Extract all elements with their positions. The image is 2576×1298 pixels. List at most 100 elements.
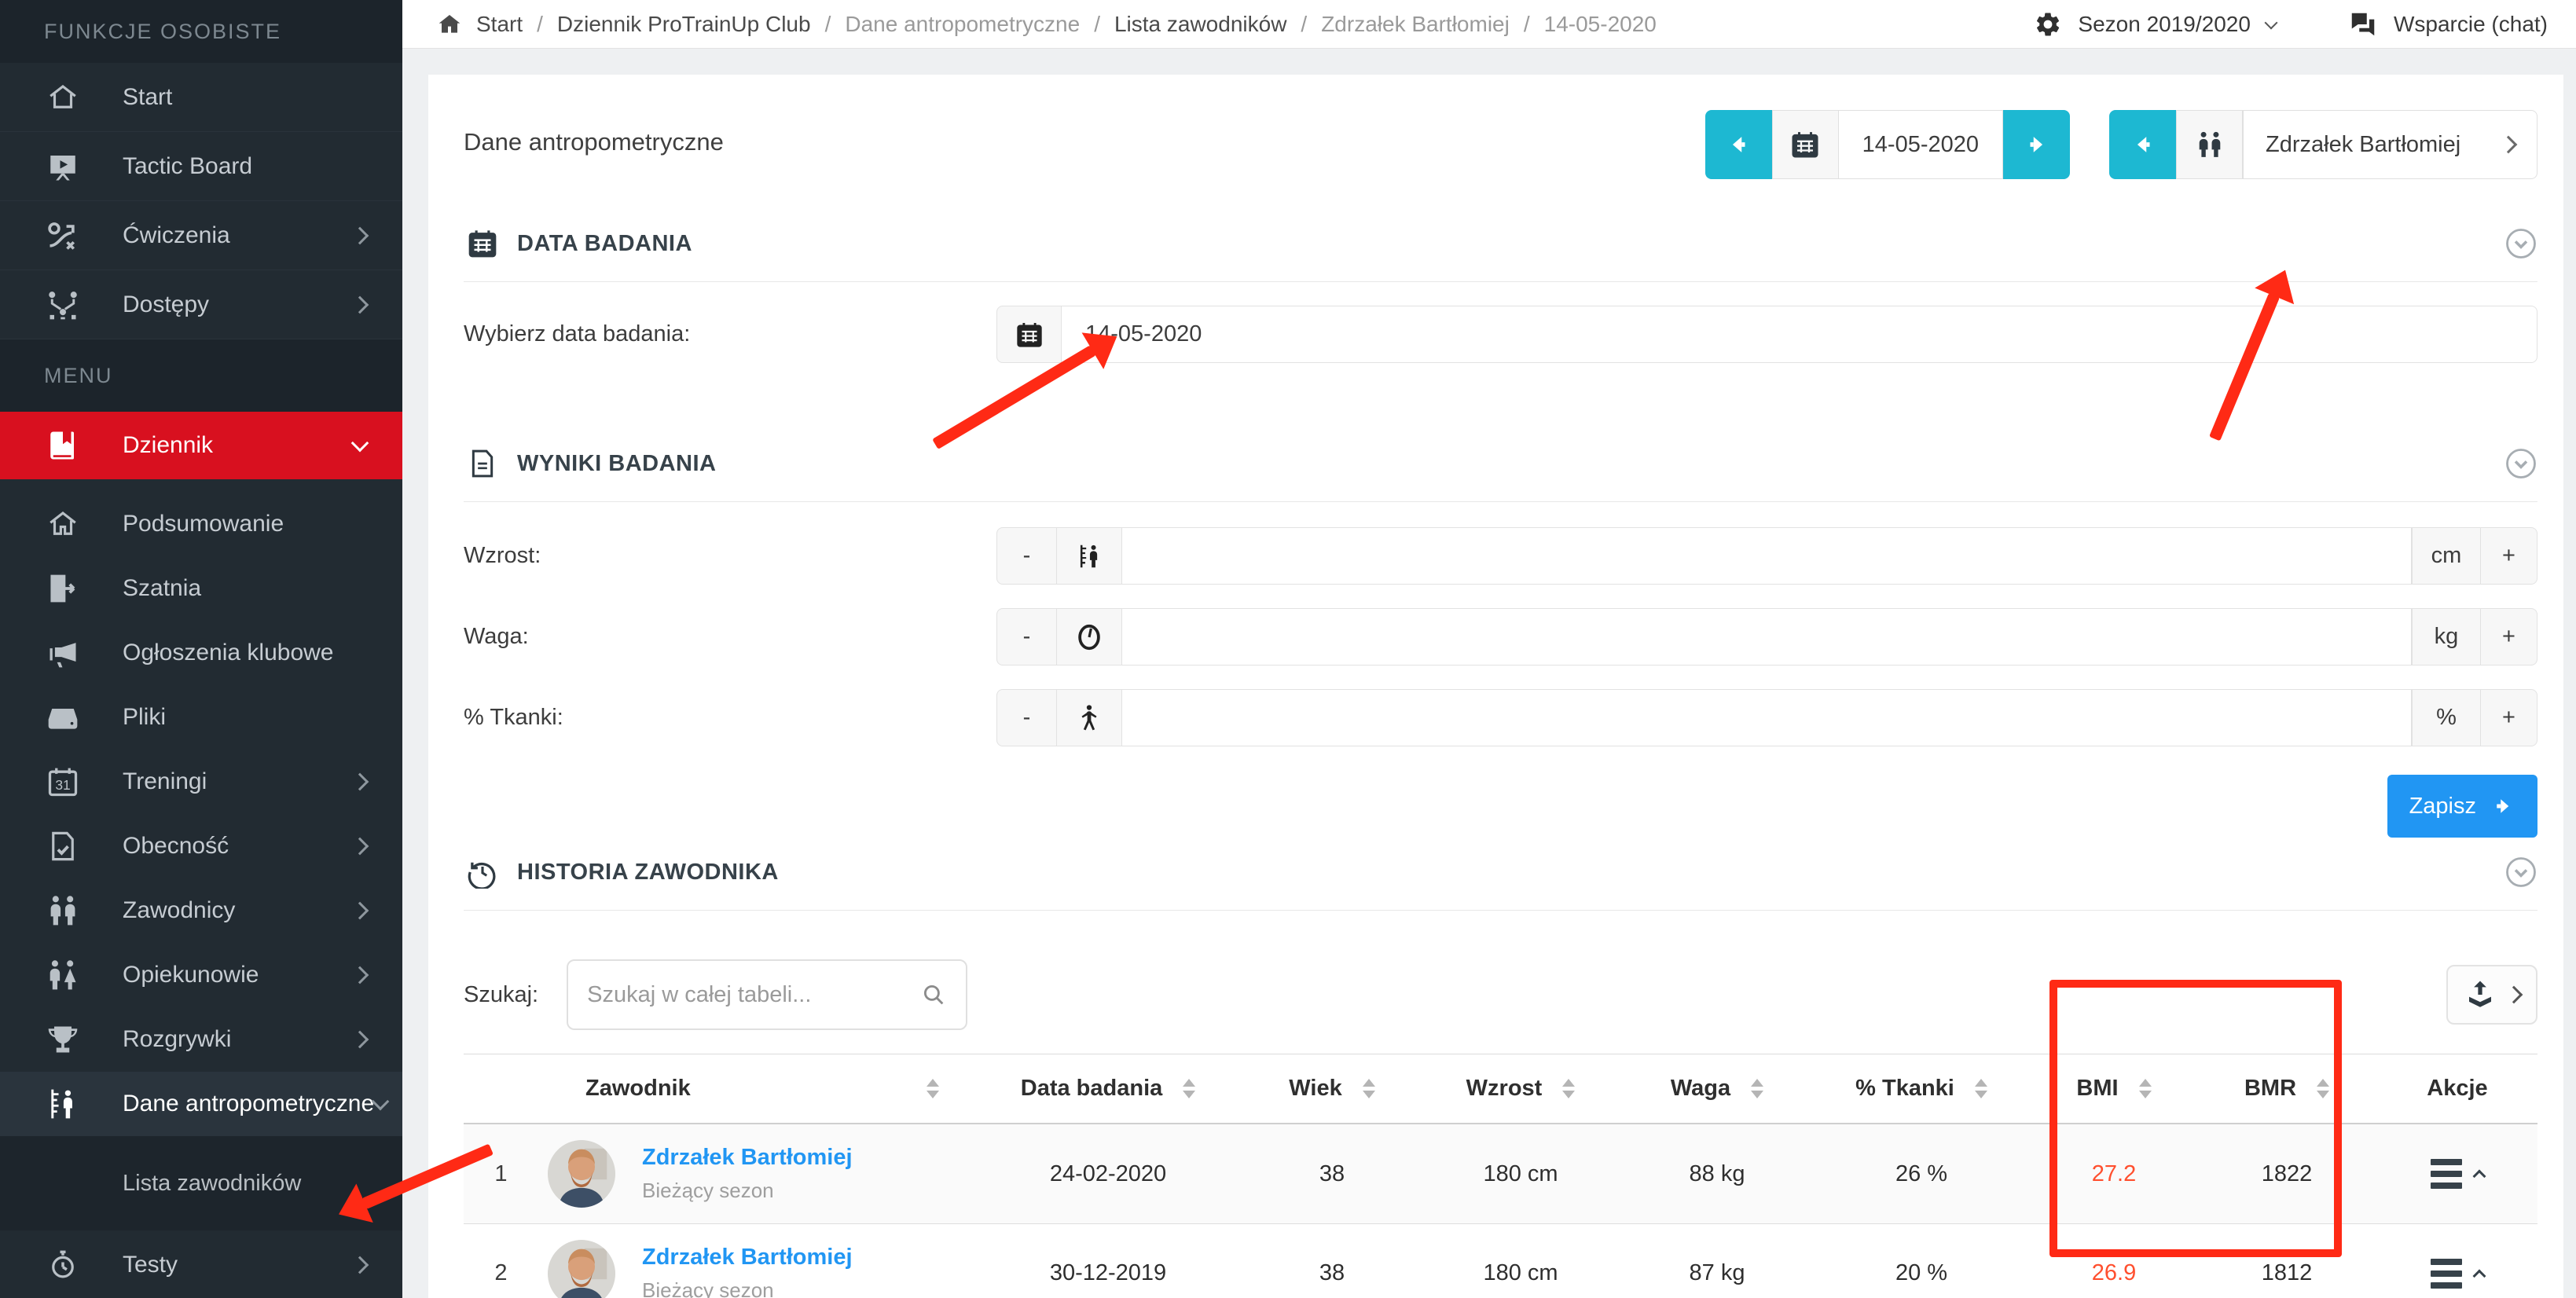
collapse-section-icon[interactable] [2504,227,2537,260]
body-icon [1057,689,1122,746]
exam-date-input[interactable]: 14-05-2020 [1062,306,2537,363]
sidebar-item-rozgrywki[interactable]: Rozgrywki [0,1007,402,1072]
home-icon[interactable] [437,12,462,37]
breadcrumb-item[interactable]: 14-05-2020 [1544,12,1657,37]
breadcrumb-item[interactable]: Dane antropometryczne [845,12,1080,37]
breadcrumb-item[interactable]: Start [476,12,523,37]
decrement-button[interactable]: - [996,689,1057,746]
sidebar-item-opiekunowie[interactable]: Opiekunowie [0,943,402,1007]
support-chat-button[interactable]: Wsparcie (chat) [2348,9,2548,39]
sort-icon[interactable] [2317,1079,2329,1098]
topbar: Start / Dziennik ProTrainUp Club / Dane … [402,0,2576,49]
sidebar-section-label: FUNKCJE OSOBISTE [0,0,402,63]
sort-icon[interactable] [2139,1079,2152,1098]
content-card: Dane antropometryczne 14-05-2020 [428,75,2563,1298]
anthropometry-icon [44,1085,82,1123]
prev-player-button[interactable] [2109,110,2176,179]
search-input[interactable] [587,982,920,1008]
collapse-section-icon[interactable] [2504,447,2537,480]
chevron-up-icon [2473,1170,2486,1183]
sidebar-item-obecnosc[interactable]: Obecność [0,814,402,878]
section-title: DATA BADANIA [517,231,2504,257]
chevron-right-icon [351,1031,369,1049]
date-field-row: Wybierz data badania: 14-05-2020 [464,306,2537,363]
header-data-badania[interactable]: Data badania [971,1076,1246,1102]
decrement-button[interactable]: - [996,608,1057,666]
calendar-icon[interactable] [996,306,1062,363]
prev-date-button[interactable] [1705,110,1772,179]
header-bmr[interactable]: BMR [2196,1076,2377,1102]
collapse-section-icon[interactable] [2504,856,2537,889]
sidebar-item-dane-antropometryczne[interactable]: Dane antropometryczne [0,1072,402,1136]
season-selector[interactable]: Sezon 2019/2020 [2034,10,2276,38]
sidebar-item-lista-zawodnikow[interactable]: Lista zawodników [0,1136,402,1230]
sidebar-item-podsumowanie[interactable]: Podsumowanie [0,492,402,556]
player-name-link[interactable]: Zdrzałek Bartłomiej [642,1245,853,1270]
sidebar-item-testy[interactable]: Testy [0,1230,402,1298]
player-select[interactable]: Zdrzałek Bartłomiej [2243,110,2537,179]
sidebar-item-szatnia[interactable]: Szatnia [0,556,402,621]
player-name-link[interactable]: Zdrzałek Bartłomiej [642,1145,853,1171]
breadcrumb-item[interactable]: Dziennik ProTrainUp Club [557,12,811,37]
player-season: Bieżący sezon [642,1179,853,1203]
sidebar-item-label: Ogłoszenia klubowe [123,640,366,666]
header-waga[interactable]: Waga [1623,1076,1811,1102]
chevron-down-icon [2500,136,2518,154]
save-button[interactable]: Zapisz [2387,775,2537,838]
sort-icon[interactable] [1975,1079,1987,1098]
header-zawodnik[interactable]: Zawodnik [538,1076,971,1102]
locker-room-door-icon [44,570,82,607]
svg-text:31: 31 [55,777,70,793]
weight-input[interactable] [1122,608,2412,666]
sort-icon[interactable] [1183,1079,1195,1098]
chevron-right-icon [351,1256,369,1274]
current-date-display[interactable]: 14-05-2020 [1839,110,2003,179]
sidebar-item-tactic-board[interactable]: Tactic Board [0,132,402,201]
avatar [548,1240,615,1298]
decrement-button[interactable]: - [996,527,1057,585]
sidebar-item-treningi[interactable]: 31 Treningi [0,750,402,814]
sort-icon[interactable] [1562,1079,1575,1098]
header-wzrost[interactable]: Wzrost [1418,1076,1623,1102]
exercises-icon [44,217,82,255]
increment-button[interactable]: + [2480,608,2537,666]
breadcrumb-item[interactable]: Lista zawodników [1114,12,1286,37]
chevron-up-icon [2473,1269,2486,1282]
row-actions-menu[interactable] [2377,1259,2537,1289]
fat-input[interactable] [1122,689,2412,746]
sidebar-item-zawodnicy[interactable]: Zawodnicy [0,878,402,943]
sidebar-item-cwiczenia[interactable]: Ćwiczenia [0,201,402,270]
increment-button[interactable]: + [2480,689,2537,746]
row-actions-menu[interactable] [2377,1159,2537,1189]
sidebar-item-pliki[interactable]: Pliki [0,685,402,750]
height-ruler-icon [1057,527,1122,585]
header-bmi[interactable]: BMI [2031,1076,2196,1102]
sidebar-item-label: Lista zawodników [123,1171,301,1197]
sort-icon[interactable] [1363,1079,1375,1098]
menu-icon [2431,1259,2462,1289]
height-input[interactable] [1122,527,2412,585]
header-wiek[interactable]: Wiek [1246,1076,1418,1102]
cell-bmr: 1822 [2196,1161,2377,1187]
sidebar-item-start[interactable]: Start [0,63,402,132]
header-tkanki[interactable]: % Tkanki [1811,1076,2031,1102]
sidebar: FUNKCJE OSOBISTE Start Tactic Board Ćwic… [0,0,402,1298]
sort-icon[interactable] [1751,1079,1763,1098]
player-select-value: Zdrzałek Bartłomiej [2266,132,2460,158]
sidebar-item-dostepy[interactable]: Dostępy [0,270,402,339]
access-network-icon [44,286,82,324]
increment-button[interactable]: + [2480,527,2537,585]
sidebar-item-label: Dziennik [123,432,354,459]
sort-icon[interactable] [927,1079,939,1098]
next-date-button[interactable] [2003,110,2070,179]
sidebar-item-dziennik[interactable]: Dziennik [0,412,402,479]
table-row: 1 Zdrzałek Bartłomiej Bieżący sezon 24-0… [464,1124,2537,1224]
weight-label: Waga: [464,624,996,650]
sidebar-item-ogloszenia[interactable]: Ogłoszenia klubowe [0,621,402,685]
sidebar-item-label: Tactic Board [123,153,366,180]
players-icon [44,892,82,930]
document-icon [464,445,501,482]
breadcrumb-item[interactable]: Zdrzałek Bartłomiej [1321,12,1510,37]
export-button[interactable] [2446,965,2537,1025]
height-label: Wzrost: [464,543,996,569]
